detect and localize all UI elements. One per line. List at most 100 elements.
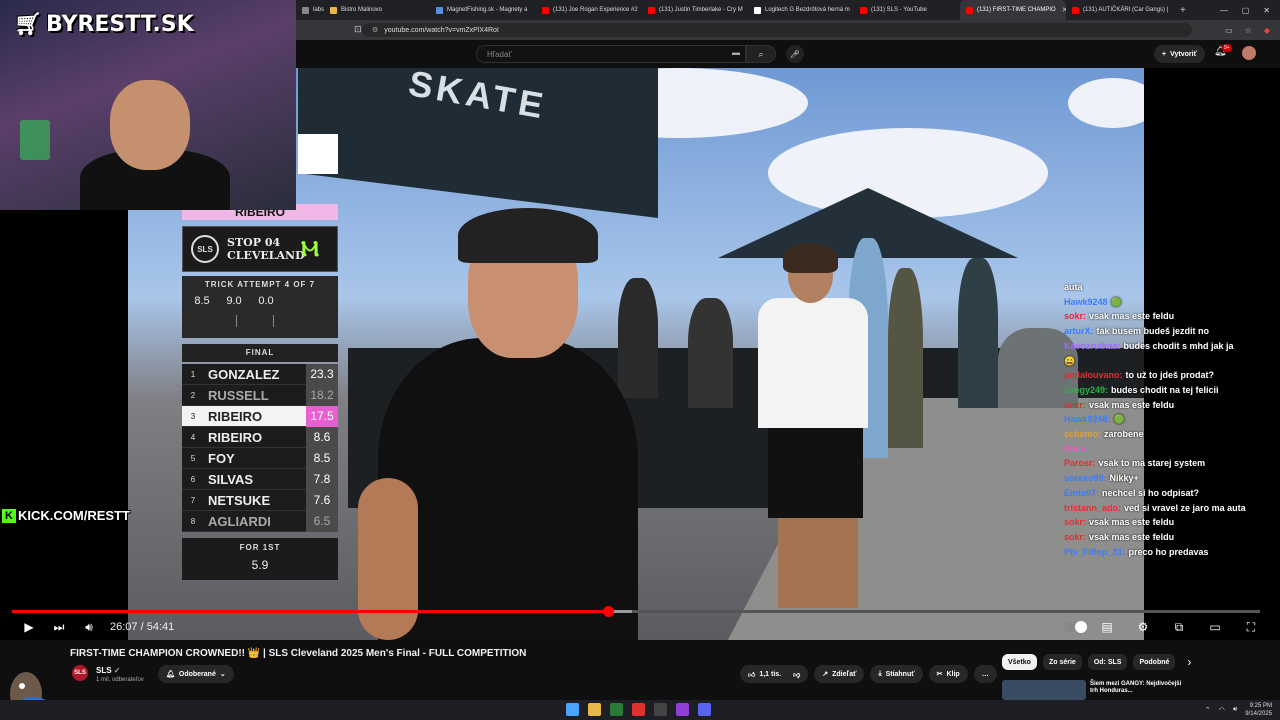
browser-tab[interactable]: (131) AUTIČKÁRI (Car Gangs) | bbox=[1066, 0, 1172, 20]
chat-username: arturX: bbox=[1064, 326, 1094, 337]
account-avatar[interactable] bbox=[1242, 46, 1256, 60]
browser-tab[interactable]: Logitech G Bezdrôtová herná m bbox=[748, 0, 854, 20]
download-button[interactable]: ⤓ Stiahnuť bbox=[870, 665, 923, 683]
standings-pos: 5 bbox=[190, 453, 196, 463]
extension-icon[interactable]: ◆ bbox=[1264, 26, 1270, 35]
standings-row: 8 AGLIARDI 6.5 bbox=[182, 510, 338, 532]
autoplay-toggle[interactable] bbox=[1064, 621, 1087, 633]
browser-tab[interactable]: MagnetFishing.sk - Magnety a bbox=[430, 0, 536, 20]
fullscreen-icon[interactable]: ⛶ bbox=[1236, 617, 1266, 637]
bookmark-icon[interactable]: ⊡ bbox=[354, 24, 362, 35]
next-icon[interactable]: ⏭︎ bbox=[44, 617, 74, 637]
discord-icon[interactable] bbox=[698, 703, 711, 716]
standings-pos: 4 bbox=[190, 432, 196, 442]
taskbar-icons bbox=[566, 703, 711, 716]
tab-favicon-icon bbox=[436, 6, 443, 14]
screen: labs Bistro Malinovo MagnetFishing.sk - Ma… bbox=[0, 0, 1280, 720]
chat-username: sokr: bbox=[1064, 517, 1087, 528]
verified-icon: ✓ bbox=[113, 666, 121, 675]
chat-text: preco ho predavas bbox=[1128, 546, 1209, 557]
browser-tab[interactable]: (131) Joe Rogan Experience #2 bbox=[536, 0, 642, 20]
cast-icon[interactable]: ▭ bbox=[1225, 26, 1233, 35]
chat-username: Hawk9248: bbox=[1064, 414, 1111, 425]
channel-avatar[interactable]: SLS bbox=[72, 665, 88, 681]
site-info-icon[interactable]: ⚙ bbox=[372, 26, 378, 34]
tray-chevron-icon[interactable]: ⌃ bbox=[1205, 706, 1211, 714]
keyboard-icon[interactable]: ▬ bbox=[732, 48, 740, 57]
like-button[interactable]: 👍︎ 1,1 tis. 👎︎ bbox=[740, 665, 809, 683]
star-icon[interactable]: ☆ bbox=[1245, 26, 1252, 35]
kick-logo-icon: K bbox=[2, 508, 16, 523]
theater-mode-icon[interactable]: ▭ bbox=[1200, 617, 1230, 637]
wifi-icon[interactable]: ◠ bbox=[1219, 706, 1225, 714]
close-window-button[interactable]: ✕ bbox=[1263, 6, 1270, 15]
filter-chip[interactable]: Od: SLS bbox=[1087, 654, 1128, 670]
cart-icon: 🛒︎ bbox=[14, 12, 42, 37]
maximize-button[interactable]: ▢ bbox=[1242, 6, 1250, 15]
chat-text: Nikky+ bbox=[1109, 473, 1139, 484]
recommended-title[interactable]: Šiem mezi GANGY: Nejdivočejší trh Hondur… bbox=[1090, 681, 1190, 695]
chat-username: sokr: bbox=[1064, 531, 1087, 542]
windows-start-icon[interactable] bbox=[566, 703, 579, 716]
minimize-button[interactable]: — bbox=[1220, 6, 1228, 15]
thumbs-down-icon[interactable]: 👎︎ bbox=[793, 670, 800, 679]
browser-tab[interactable]: Bistro Malinovo bbox=[324, 0, 430, 20]
skater-cap bbox=[458, 208, 598, 263]
standings-pos: 7 bbox=[190, 495, 196, 505]
obs-icon[interactable] bbox=[654, 703, 667, 716]
filter-chip[interactable]: Všetko bbox=[1002, 654, 1037, 670]
clock[interactable]: 9:25 PM 9/14/2025 bbox=[1245, 702, 1272, 718]
video-info-area: FIRST-TIME CHAMPION CROWNED!! 👑 | SLS Cl… bbox=[0, 640, 1280, 700]
chat-username: Kavozrutkaa: bbox=[1064, 340, 1121, 351]
channel-name[interactable]: SLS ✓ bbox=[96, 666, 121, 675]
subtitles-icon[interactable]: ▤ bbox=[1092, 617, 1122, 637]
volume-icon[interactable]: 🔊︎ bbox=[74, 617, 104, 637]
clip-button[interactable]: ✂ Klip bbox=[928, 665, 968, 683]
search-button[interactable]: ⌕ bbox=[746, 45, 776, 63]
progress-bar[interactable] bbox=[12, 606, 1260, 617]
chat-message: sorexo99: Nikky+ bbox=[1064, 471, 1274, 486]
window-controls: — ▢ ✕ bbox=[1220, 0, 1280, 20]
play-icon[interactable]: ▶ bbox=[14, 617, 44, 637]
url-field[interactable]: ⚙ youtube.com/watch?v=vmZxPlX4RoI bbox=[362, 23, 1192, 37]
create-button[interactable]: + Vytvoriť bbox=[1154, 45, 1205, 63]
subscriber-count: 1 mil. odberateľov bbox=[96, 677, 144, 683]
share-button[interactable]: ↗ Zdieľať bbox=[814, 665, 865, 683]
standings-name: RIBEIRO bbox=[208, 408, 263, 424]
chat-message: auta bbox=[1064, 280, 1274, 295]
speaker-icon[interactable]: 🔊︎ bbox=[1233, 706, 1237, 714]
new-tab-button[interactable]: + bbox=[1180, 5, 1186, 16]
app-icon[interactable] bbox=[610, 703, 623, 716]
voice-search-button[interactable]: 🎤︎ bbox=[786, 45, 804, 63]
more-actions-button[interactable]: … bbox=[973, 665, 997, 683]
chat-message: padalouvano: to už to jdeš prodat? bbox=[1064, 368, 1274, 383]
standings-name: SILVAS bbox=[208, 471, 254, 487]
recommended-thumbnail[interactable] bbox=[1002, 680, 1086, 700]
clip-label: Klip bbox=[946, 670, 960, 678]
streamer-webcam: 🛒︎ BYRESTT.SK bbox=[0, 0, 296, 210]
chat-text: vsak mas este feldu bbox=[1089, 311, 1175, 322]
filter-chip[interactable]: Podobné bbox=[1133, 654, 1176, 670]
settings-icon[interactable]: ⚙ bbox=[1128, 617, 1158, 637]
filter-chip[interactable]: Zo série bbox=[1042, 654, 1082, 670]
chevron-right-icon[interactable]: › bbox=[1187, 655, 1191, 669]
standings-score: 8.6 bbox=[306, 426, 338, 448]
chat-username: Gregy249: bbox=[1064, 384, 1109, 395]
mic-icon: 🎤︎ bbox=[789, 49, 801, 59]
chat-text: 😄 bbox=[1064, 355, 1076, 366]
file-explorer-icon[interactable] bbox=[588, 703, 601, 716]
standings-pos: 6 bbox=[190, 474, 196, 484]
standings-name: NETSUKE bbox=[208, 492, 271, 508]
skater-shorts bbox=[768, 428, 863, 518]
subscribed-button[interactable]: 🔔︎ Odoberané ⌄ bbox=[158, 665, 234, 683]
browser-tab[interactable]: (131) FIRST-TIME CHAMPIO ✕ bbox=[960, 0, 1066, 20]
download-label: Stiahnuť bbox=[885, 670, 915, 678]
browser-tab[interactable]: labs bbox=[296, 0, 324, 20]
browser-icon[interactable] bbox=[632, 703, 645, 716]
app-icon[interactable] bbox=[676, 703, 689, 716]
search-input[interactable]: Hľadať bbox=[476, 45, 746, 63]
player-controls-right: ▤ ⚙ ⧉ ▭ ⛶ bbox=[1064, 616, 1266, 638]
miniplayer-icon[interactable]: ⧉ bbox=[1164, 617, 1194, 637]
browser-tab[interactable]: (131) Justin Timberlake - Cry M bbox=[642, 0, 748, 20]
browser-tab[interactable]: (131) SLS - YouTube bbox=[854, 0, 960, 20]
